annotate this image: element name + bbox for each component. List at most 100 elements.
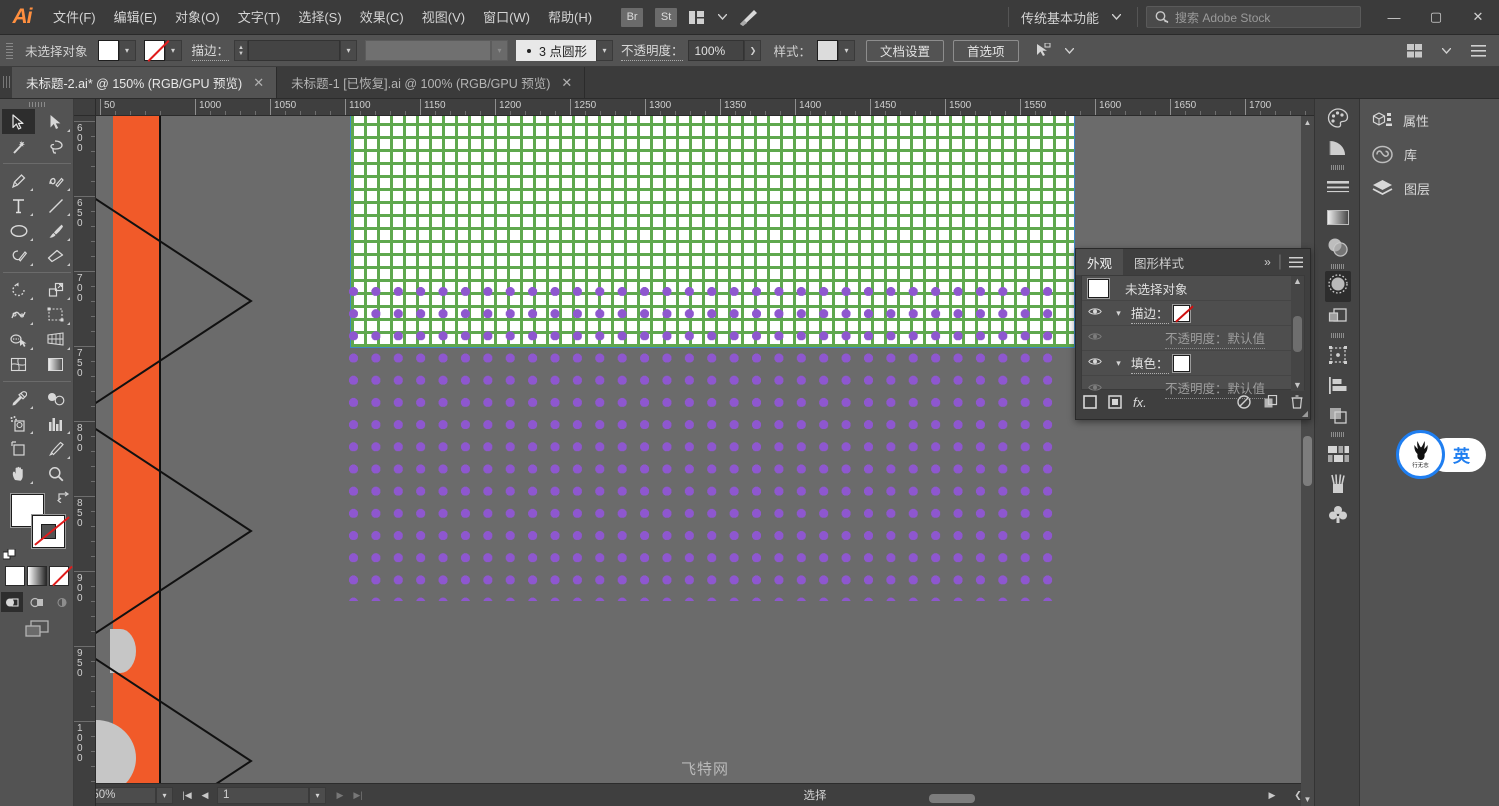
swatches-panel-icon[interactable] bbox=[1315, 439, 1361, 469]
scroll-up-icon[interactable]: ▲ bbox=[1293, 276, 1302, 287]
ime-indicator[interactable]: 行无志 英 bbox=[1396, 430, 1486, 479]
type-tool[interactable] bbox=[2, 193, 35, 218]
line-segment-tool[interactable] bbox=[39, 193, 72, 218]
stroke-weight-input[interactable] bbox=[248, 40, 340, 61]
status-flyout-icon[interactable]: ▶ bbox=[1264, 787, 1280, 804]
menu-help[interactable]: 帮助(H) bbox=[539, 0, 601, 35]
blend-tool[interactable] bbox=[39, 386, 72, 411]
tab-appearance[interactable]: 外观 bbox=[1076, 249, 1123, 275]
stock-search-input[interactable]: 搜索 Adobe Stock bbox=[1146, 6, 1361, 28]
rail-grip[interactable] bbox=[1315, 331, 1359, 340]
column-graph-tool[interactable] bbox=[39, 411, 72, 436]
brushes-panel-icon[interactable] bbox=[1315, 469, 1361, 499]
variable-width-profile-box[interactable] bbox=[365, 40, 491, 61]
fill-color-control[interactable]: ▾ bbox=[98, 40, 136, 61]
fill-row-swatch[interactable] bbox=[1173, 355, 1190, 372]
magic-wand-tool[interactable] bbox=[2, 134, 35, 159]
arrange-chevron-down-icon[interactable] bbox=[709, 0, 735, 35]
document-tab-1[interactable]: 未标题-2.ai* @ 150% (RGB/GPU 预览) ✕ bbox=[12, 67, 277, 98]
color-panel-icon[interactable] bbox=[1315, 103, 1361, 133]
scroll-down-icon[interactable]: ▼ bbox=[1293, 380, 1302, 391]
draw-inside-mode-button[interactable] bbox=[51, 592, 73, 612]
stroke-row-label[interactable]: 描边： bbox=[1131, 303, 1169, 324]
workspace-switcher[interactable]: 传统基本功能 bbox=[1017, 8, 1103, 27]
graphic-style-chevron-down-icon[interactable]: ▾ bbox=[838, 40, 855, 61]
stroke-weight-stepper[interactable]: ▲▼ bbox=[234, 40, 248, 61]
visibility-eye-icon[interactable] bbox=[1084, 383, 1106, 395]
canvas-area[interactable]: 5010001050110011501200125013001350140014… bbox=[74, 99, 1314, 806]
stroke-swatch-none[interactable] bbox=[144, 40, 165, 61]
panel-resize-handle[interactable]: ◢ bbox=[1302, 409, 1308, 418]
dot-pattern-artwork[interactable] bbox=[348, 286, 1064, 601]
eraser-tool[interactable] bbox=[39, 243, 72, 268]
zigzag-path[interactable] bbox=[96, 116, 296, 806]
close-button[interactable]: ✕ bbox=[1457, 0, 1499, 35]
select-similar-chevron-down-icon[interactable] bbox=[1057, 33, 1083, 68]
vertical-scroll-thumb[interactable] bbox=[1303, 436, 1312, 486]
sync-settings-icon[interactable] bbox=[735, 0, 761, 35]
gradient-panel-icon[interactable] bbox=[1315, 202, 1361, 232]
tab-bar-grip[interactable] bbox=[0, 66, 12, 98]
dock-item-libraries[interactable]: 库 bbox=[1360, 137, 1499, 171]
align-chevron-down-icon[interactable] bbox=[1433, 33, 1459, 68]
ruler-corner[interactable] bbox=[74, 99, 96, 116]
gradient-tool[interactable] bbox=[39, 352, 72, 377]
shaper-tool[interactable] bbox=[2, 243, 35, 268]
swap-fill-stroke-icon[interactable] bbox=[57, 491, 70, 506]
free-transform-tool[interactable] bbox=[39, 302, 72, 327]
control-bar-grip[interactable] bbox=[6, 41, 15, 61]
color-swatch-mode-button[interactable] bbox=[5, 566, 25, 586]
ellipse-tool[interactable] bbox=[2, 218, 35, 243]
fill-opacity-label[interactable]: 不透明度：默认值 bbox=[1165, 378, 1265, 399]
eyedropper-tool[interactable] bbox=[2, 386, 35, 411]
dock-item-layers[interactable]: 图层 bbox=[1360, 171, 1499, 205]
appearance-row-fill-opacity[interactable]: 不透明度：默认值 bbox=[1082, 376, 1304, 401]
transform-panel-icon[interactable] bbox=[1315, 340, 1361, 370]
stroke-panel-icon[interactable] bbox=[1315, 172, 1361, 202]
stock-button[interactable]: St bbox=[655, 8, 677, 27]
symbols-panel-icon[interactable] bbox=[1315, 499, 1361, 529]
scroll-up-icon[interactable]: ▲ bbox=[1301, 118, 1314, 127]
appearance-panel[interactable]: 外观 图形样式 » | 未选择对象 ▾ 描边： bbox=[1075, 248, 1311, 420]
menu-file[interactable]: 文件(F) bbox=[44, 0, 105, 35]
screen-mode-button[interactable] bbox=[0, 620, 73, 638]
first-artboard-icon[interactable]: |◀ bbox=[179, 787, 195, 804]
appearance-panel-icon[interactable] bbox=[1315, 271, 1361, 301]
align-panel-icon[interactable] bbox=[1401, 33, 1427, 68]
default-fill-stroke-icon[interactable] bbox=[3, 549, 16, 562]
expand-chevron-down-icon[interactable]: ▾ bbox=[1110, 358, 1127, 369]
width-tool[interactable] bbox=[2, 302, 35, 327]
scroll-down-icon[interactable]: ▼ bbox=[1301, 795, 1314, 804]
panel-menu-icon[interactable] bbox=[1289, 257, 1303, 268]
hand-tool[interactable] bbox=[2, 461, 35, 486]
dock-item-properties[interactable]: 属性 bbox=[1360, 103, 1499, 137]
direct-selection-tool[interactable] bbox=[39, 109, 72, 134]
appearance-list[interactable]: 未选择对象 ▾ 描边： 不透明度：默认值 bbox=[1081, 275, 1305, 390]
artboard-tool[interactable] bbox=[2, 436, 35, 461]
pathfinder2-panel-icon[interactable] bbox=[1315, 400, 1361, 430]
previous-artboard-icon[interactable]: ◀ bbox=[197, 787, 213, 804]
scale-tool[interactable] bbox=[39, 277, 72, 302]
expand-chevron-down-icon[interactable]: ▾ bbox=[1110, 308, 1127, 319]
stroke-color-box[interactable] bbox=[32, 515, 65, 548]
document-tab-2[interactable]: 未标题-1 [已恢复].ai @ 100% (RGB/GPU 预览) ✕ bbox=[277, 67, 585, 98]
appearance-panel-scrollbar[interactable]: ▲ ▼ bbox=[1291, 276, 1304, 391]
zoom-tool[interactable] bbox=[39, 461, 72, 486]
draw-normal-mode-button[interactable] bbox=[1, 592, 23, 612]
panel-collapse-icon[interactable]: » bbox=[1264, 255, 1271, 269]
last-artboard-icon[interactable]: ▶| bbox=[350, 787, 366, 804]
slice-tool[interactable] bbox=[39, 436, 72, 461]
appearance-row-stroke[interactable]: ▾ 描边： bbox=[1082, 301, 1304, 326]
artboard-chevron-down-icon[interactable]: ▾ bbox=[309, 787, 326, 804]
workspace-chevron-down-icon[interactable] bbox=[1103, 0, 1129, 35]
stroke-weight-chevron-down-icon[interactable]: ▾ bbox=[340, 40, 357, 61]
graphic-style-swatch[interactable] bbox=[817, 40, 838, 61]
bridge-button[interactable]: Br bbox=[621, 8, 643, 27]
pen-tool[interactable] bbox=[2, 168, 35, 193]
pathfinder-panel-icon[interactable] bbox=[1315, 301, 1361, 331]
control-bar-menu-icon[interactable] bbox=[1465, 33, 1491, 68]
stroke-color-control[interactable]: ▾ bbox=[144, 40, 182, 61]
zoom-chevron-down-icon[interactable]: ▾ bbox=[156, 787, 173, 804]
tools-panel-grip[interactable] bbox=[0, 99, 73, 109]
brush-definition-box[interactable]: 3 点圆形 bbox=[516, 40, 596, 61]
